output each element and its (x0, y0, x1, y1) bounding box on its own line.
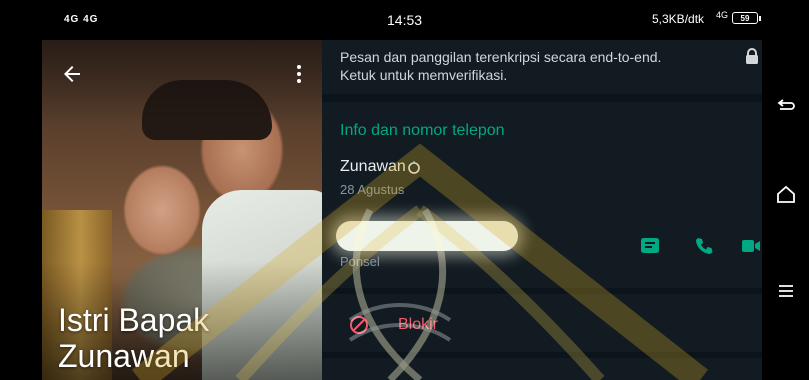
block-label: Blokir (398, 316, 439, 333)
about-date: 28 Agustus (340, 182, 405, 197)
encryption-notice[interactable]: Pesan dan panggilan terenkripsi secara e… (322, 40, 762, 94)
profile-photo[interactable]: Istri Bapak Zunawan (42, 40, 322, 380)
ring-icon (408, 160, 420, 174)
about-text: Zunawan (340, 158, 421, 176)
recents-icon[interactable] (775, 280, 797, 302)
info-section-title: Info dan nomor telepon (340, 122, 505, 139)
block-icon (350, 316, 368, 334)
left-bezel (0, 0, 42, 380)
contact-name: Istri Bapak Zunawan (58, 302, 210, 374)
clock: 14:53 (387, 12, 423, 28)
network-type: 4G (716, 10, 729, 20)
status-bar: 4G 4G 14:53 5,3KB/dtk 4G 59 (42, 0, 762, 40)
navigation-bar (762, 0, 809, 380)
screen: 4G 4G 14:53 5,3KB/dtk 4G 59 Istri Bapak … (0, 0, 809, 380)
block-contact-button[interactable]: Blokir (322, 294, 762, 352)
more-options-button[interactable] (290, 62, 308, 86)
battery-icon: 59 (732, 12, 761, 24)
arrow-left-icon (64, 66, 80, 82)
network-speed: 5,3KB/dtk (652, 12, 705, 26)
signal-indicator: 4G 4G (64, 14, 99, 25)
next-section (322, 358, 762, 380)
info-section: Info dan nomor telepon Zunawan 28 Agustu… (322, 102, 762, 288)
encryption-text: Pesan dan panggilan terenkripsi secara e… (340, 49, 662, 83)
video-icon[interactable] (740, 235, 762, 257)
back-button[interactable] (60, 62, 84, 86)
phone-icon[interactable] (693, 235, 715, 257)
message-icon[interactable] (639, 235, 661, 257)
phone-number-redacted[interactable] (336, 221, 518, 251)
about-value: Zunawan (340, 158, 406, 175)
home-icon[interactable] (775, 183, 797, 205)
back-icon[interactable] (775, 96, 797, 118)
more-vertical-icon (290, 65, 308, 83)
lock-icon (746, 48, 758, 64)
phone-label: Ponsel (340, 254, 380, 269)
contact-info-panel: Pesan dan panggilan terenkripsi secara e… (322, 40, 762, 380)
